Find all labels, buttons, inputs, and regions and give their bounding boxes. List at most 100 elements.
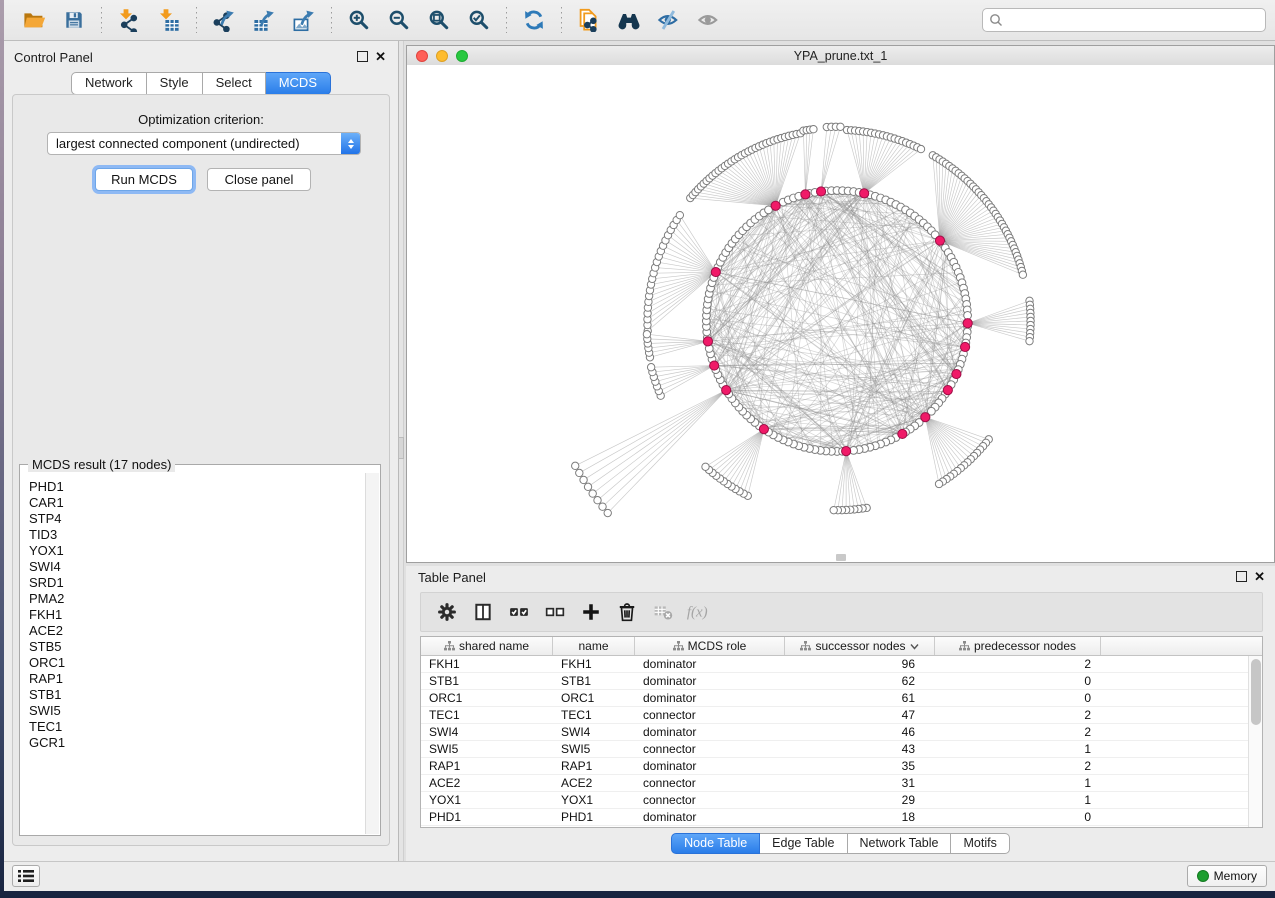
table-row[interactable]: YOX1YOX1connector291: [421, 792, 1262, 809]
control-panel: Control Panel ✕ NetworkStyleSelectMCDS O…: [4, 41, 398, 862]
tab-style[interactable]: Style: [147, 72, 203, 95]
table-row[interactable]: SWI4SWI4dominator462: [421, 724, 1262, 741]
table-cell: 0: [935, 673, 1101, 689]
delete-icon[interactable]: [613, 598, 641, 626]
table-cell: FKH1: [421, 656, 553, 672]
save-icon[interactable]: [59, 5, 89, 35]
horizontal-splitter-grip[interactable]: [836, 554, 846, 561]
mcds-result-item[interactable]: PMA2: [29, 591, 365, 607]
tab-motifs[interactable]: Motifs: [951, 833, 1009, 854]
table-cell: 29: [785, 792, 935, 808]
table-cell: YOX1: [421, 792, 553, 808]
mcds-result-item[interactable]: TEC1: [29, 719, 365, 735]
table-row[interactable]: SWI5SWI5connector431: [421, 741, 1262, 758]
table-body: FKH1FKH1dominator962STB1STB1dominator620…: [421, 656, 1262, 826]
mcds-result-item[interactable]: STB5: [29, 639, 365, 655]
tab-node-table[interactable]: Node Table: [671, 833, 760, 854]
zoom-fit-icon[interactable]: [424, 5, 454, 35]
column-header-shared-name[interactable]: shared name: [421, 637, 553, 655]
table-cell: PHD1: [553, 809, 635, 825]
close-table-panel-icon[interactable]: ✕: [1254, 572, 1265, 581]
gear-icon[interactable]: [433, 598, 461, 626]
column-header-successor-nodes[interactable]: successor nodes: [785, 637, 935, 655]
table-row[interactable]: STB1STB1dominator620: [421, 673, 1262, 690]
network-graph: [407, 65, 1274, 562]
export-network-icon[interactable]: [209, 5, 239, 35]
table-cell: STB1: [553, 673, 635, 689]
float-panel-icon[interactable]: [357, 51, 368, 62]
add-icon[interactable]: [577, 598, 605, 626]
column-header-predecessor-nodes[interactable]: predecessor nodes: [935, 637, 1101, 655]
tab-select[interactable]: Select: [203, 72, 266, 95]
tab-network-table[interactable]: Network Table: [848, 833, 952, 854]
search-network-icon[interactable]: [614, 5, 644, 35]
memory-button[interactable]: Memory: [1187, 865, 1267, 887]
mcds-result-item[interactable]: SWI5: [29, 703, 365, 719]
task-history-button[interactable]: [12, 865, 40, 887]
search-box[interactable]: [982, 8, 1266, 32]
tab-edge-table[interactable]: Edge Table: [760, 833, 847, 854]
table-cell: 2: [935, 656, 1101, 672]
column-header-MCDS-role[interactable]: MCDS role: [635, 637, 785, 655]
table-row[interactable]: ACE2ACE2connector311: [421, 775, 1262, 792]
mcds-result-item[interactable]: SWI4: [29, 559, 365, 575]
mcds-result-item[interactable]: SRD1: [29, 575, 365, 591]
search-icon: [989, 13, 1003, 27]
mcds-result-item[interactable]: GCR1: [29, 735, 365, 751]
column-header-name[interactable]: name: [553, 637, 635, 655]
memory-label: Memory: [1214, 869, 1257, 883]
hide-selected-icon[interactable]: [654, 5, 684, 35]
table-cell: dominator: [635, 656, 785, 672]
mcds-result-scrollbar[interactable]: [365, 473, 379, 834]
mcds-result-list[interactable]: PHD1CAR1STP4TID3YOX1SWI4SRD1PMA2FKH1ACE2…: [21, 475, 365, 834]
network-window-titlebar[interactable]: YPA_prune.txt_1: [407, 46, 1274, 66]
zoom-out-icon[interactable]: [384, 5, 414, 35]
tab-mcds[interactable]: MCDS: [266, 72, 331, 95]
zoom-selected-icon[interactable]: [464, 5, 494, 35]
select-all-icon[interactable]: [505, 598, 533, 626]
clone-network-icon[interactable]: [574, 5, 604, 35]
open-icon[interactable]: [19, 5, 49, 35]
mcds-result-item[interactable]: CAR1: [29, 495, 365, 511]
mcds-result-item[interactable]: PHD1: [29, 479, 365, 495]
mcds-result-item[interactable]: RAP1: [29, 671, 365, 687]
mcds-result-item[interactable]: YOX1: [29, 543, 365, 559]
mcds-result-item[interactable]: STB1: [29, 687, 365, 703]
mcds-result-item[interactable]: FKH1: [29, 607, 365, 623]
column-header-filler: [1101, 637, 1262, 655]
table-row[interactable]: RAP1RAP1dominator352: [421, 758, 1262, 775]
table-cell: dominator: [635, 758, 785, 774]
show-columns-icon[interactable]: [469, 598, 497, 626]
zoom-in-icon[interactable]: [344, 5, 374, 35]
close-panel-icon[interactable]: ✕: [375, 52, 386, 61]
export-table-icon[interactable]: [249, 5, 279, 35]
table-cell: 1: [935, 741, 1101, 757]
network-window: YPA_prune.txt_1: [406, 45, 1275, 563]
criterion-select[interactable]: largest connected component (undirected): [47, 132, 361, 155]
mcds-result-item[interactable]: TID3: [29, 527, 365, 543]
table-cell: SWI5: [553, 741, 635, 757]
table-row[interactable]: PHD1PHD1dominator180: [421, 809, 1262, 826]
run-mcds-button[interactable]: Run MCDS: [95, 168, 193, 191]
table-scrollbar[interactable]: [1248, 656, 1262, 827]
mcds-result-item[interactable]: ORC1: [29, 655, 365, 671]
tab-network[interactable]: Network: [71, 72, 147, 95]
table-scrollbar-thumb[interactable]: [1251, 659, 1261, 725]
table-row[interactable]: ORC1ORC1dominator610: [421, 690, 1262, 707]
deselect-all-icon[interactable]: [541, 598, 569, 626]
export-image-icon[interactable]: [289, 5, 319, 35]
close-panel-button[interactable]: Close panel: [207, 168, 311, 191]
function-builder-icon: f(x): [685, 598, 713, 626]
table-cell: 2: [935, 724, 1101, 740]
refresh-icon[interactable]: [519, 5, 549, 35]
import-network-icon[interactable]: [114, 5, 144, 35]
search-input[interactable]: [1008, 12, 1265, 28]
mcds-result-item[interactable]: STP4: [29, 511, 365, 527]
network-canvas[interactable]: [407, 65, 1274, 562]
toolbar-separator: [101, 7, 102, 33]
import-table-icon[interactable]: [154, 5, 184, 35]
table-row[interactable]: TEC1TEC1connector472: [421, 707, 1262, 724]
table-row[interactable]: FKH1FKH1dominator962: [421, 656, 1262, 673]
float-table-panel-icon[interactable]: [1236, 571, 1247, 582]
mcds-result-item[interactable]: ACE2: [29, 623, 365, 639]
